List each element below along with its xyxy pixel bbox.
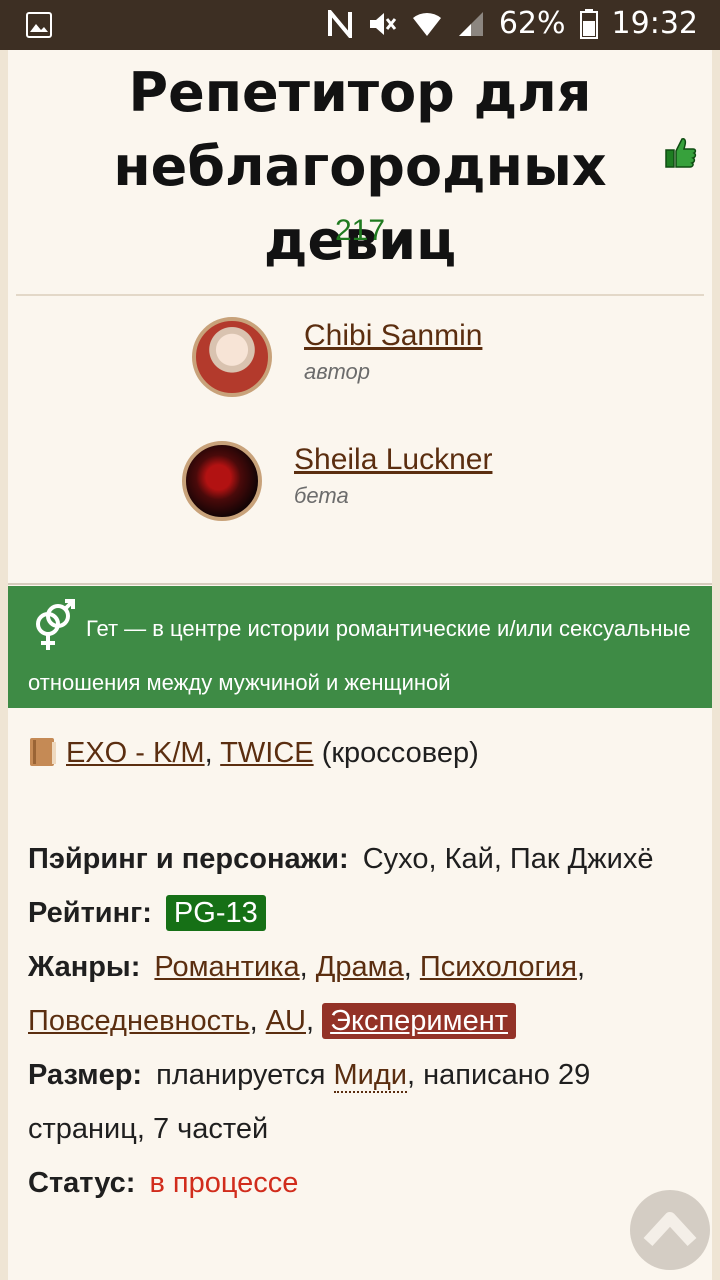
genres-row: Жанры: Романтика, Драма, Психология, Пов… bbox=[28, 951, 585, 1039]
image-notification-icon bbox=[26, 12, 52, 43]
genre-warning-badge[interactable]: Эксперимент bbox=[322, 1003, 516, 1039]
pairing-value: Сухо, Кай, Пак Джихё bbox=[362, 843, 654, 875]
genre-link[interactable]: Романтика bbox=[154, 951, 299, 983]
author-avatar[interactable] bbox=[192, 317, 272, 397]
nfc-icon bbox=[327, 9, 353, 38]
chevron-up-icon bbox=[643, 1212, 697, 1247]
direction-banner: Гет — в центре истории романтические и/и… bbox=[8, 586, 712, 708]
work-page: Репетитор для неблагородных девиц 217 Ch… bbox=[8, 50, 712, 1280]
work-details: Пэйринг и персонажи: Сухо, Кай, Пак Джих… bbox=[28, 832, 696, 1210]
genre-link[interactable]: Драма bbox=[316, 951, 404, 983]
status-row: Статус: в процессе bbox=[28, 1156, 696, 1210]
battery-icon bbox=[579, 8, 598, 39]
fandom-line: EXO - K/M, TWICE (кроссовер) bbox=[28, 736, 479, 776]
mute-icon bbox=[367, 10, 397, 38]
status-bar: 62% 19:32 bbox=[0, 0, 720, 50]
status-value: в процессе bbox=[149, 1167, 299, 1199]
signal-icon bbox=[457, 10, 485, 38]
size-row: Размер: планируется Миди, написано 29 ст… bbox=[28, 1048, 696, 1156]
fandom-link-twice[interactable]: TWICE bbox=[220, 737, 313, 769]
author-role: автор bbox=[304, 359, 371, 384]
beta-role: бета bbox=[294, 483, 349, 508]
wifi-icon bbox=[411, 10, 443, 38]
battery-percent: 62% bbox=[498, 6, 566, 41]
genre-link[interactable]: Повседневность bbox=[28, 1005, 250, 1037]
size-prefix: планируется bbox=[156, 1059, 326, 1091]
author-name-link[interactable]: Chibi Sanmin bbox=[304, 319, 482, 353]
genre-link[interactable]: Психология bbox=[420, 951, 577, 983]
fandom-link-exo[interactable]: EXO - K/M bbox=[66, 737, 205, 769]
beta-name-link[interactable]: Sheila Luckner bbox=[294, 443, 492, 477]
pairing-label: Пэйринг и персонажи: bbox=[28, 843, 349, 875]
rating-row: Рейтинг: PG-13 bbox=[28, 886, 696, 940]
divider bbox=[16, 294, 704, 296]
rating-label: Рейтинг: bbox=[28, 897, 152, 929]
beta-avatar[interactable] bbox=[182, 441, 262, 521]
direction-description: Гет — в центре истории романтические и/и… bbox=[28, 616, 691, 695]
fandom-separator: , bbox=[204, 737, 213, 769]
size-link[interactable]: Миди bbox=[333, 1059, 407, 1093]
likes-count: 217 bbox=[334, 214, 386, 247]
genres-label: Жанры: bbox=[28, 951, 141, 983]
genre-link[interactable]: AU bbox=[266, 1005, 306, 1037]
status-label: Статус: bbox=[28, 1167, 136, 1199]
clock: 19:32 bbox=[611, 6, 698, 41]
thumbs-up-icon[interactable] bbox=[664, 136, 698, 175]
crossover-note: (кроссовер) bbox=[321, 737, 479, 769]
scroll-to-top-button[interactable] bbox=[630, 1190, 710, 1270]
size-label: Размер: bbox=[28, 1059, 143, 1091]
pairing-row: Пэйринг и персонажи: Сухо, Кай, Пак Джих… bbox=[28, 832, 696, 886]
section-divider bbox=[8, 583, 712, 585]
rating-badge[interactable]: PG-13 bbox=[165, 895, 266, 931]
book-icon bbox=[28, 736, 58, 776]
